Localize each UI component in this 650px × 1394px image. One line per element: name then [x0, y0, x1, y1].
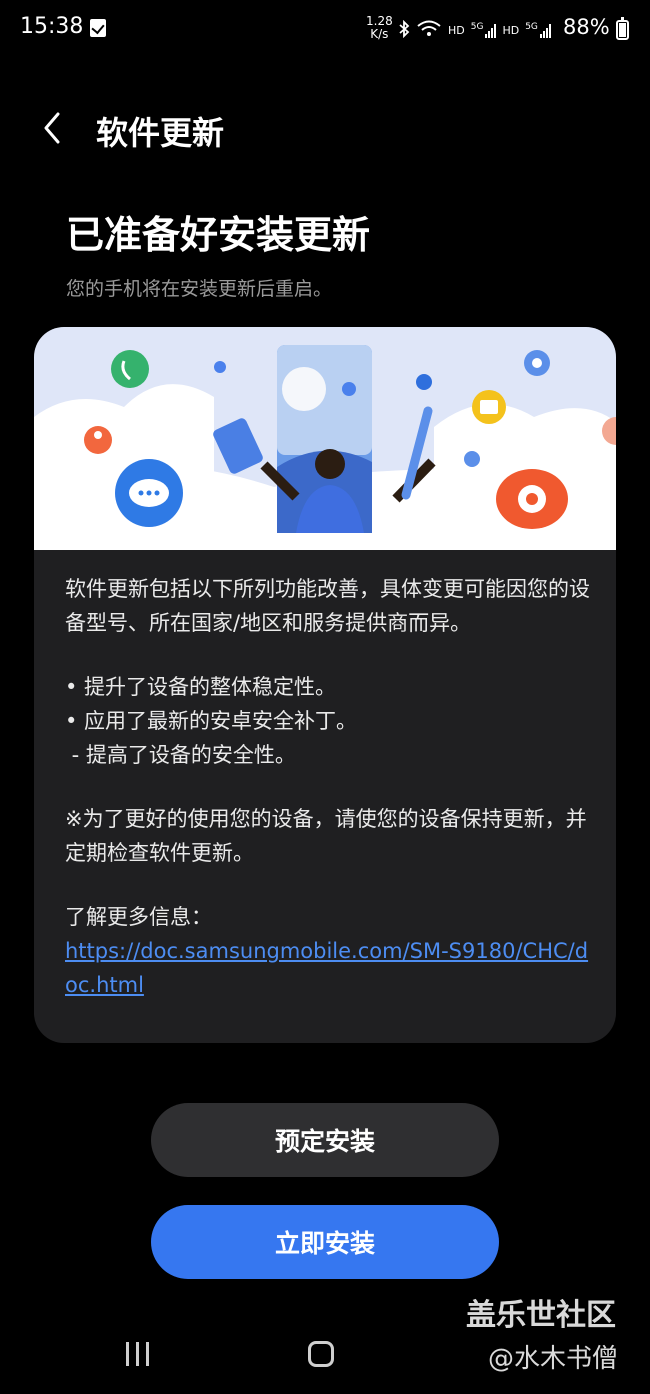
restart-subtitle: 您的手机将在安装更新后重启。 — [66, 278, 333, 300]
update-ready-headline: 已准备好安装更新 — [66, 213, 371, 257]
hd-label: HD — [448, 23, 465, 37]
signal-5g-icon: 5G — [471, 22, 497, 38]
update-note: ※为了更好的使用您的设备，请使您的设备保持更新，并定期检查软件更新。 — [65, 807, 587, 865]
network-speed: 1.28 K/s — [366, 15, 393, 41]
install-now-button[interactable]: 立即安装 — [151, 1205, 499, 1279]
bluetooth-icon — [398, 19, 410, 41]
update-bullet-security-patch: • 应用了最新的安卓安全补丁。 — [65, 709, 358, 733]
signal-5g-label-2: 5G — [525, 22, 538, 32]
recent-apps-icon-bar — [146, 1342, 149, 1366]
wifi-icon — [416, 20, 442, 41]
update-info-card: 软件更新包括以下所列功能改善，具体变更可能因您的设备型号、所在国家/地区和服务提… — [34, 327, 616, 1043]
home-button[interactable] — [308, 1341, 334, 1367]
battery-icon — [616, 17, 629, 40]
status-time: 15:38 — [20, 14, 84, 39]
hd-label-2: HD — [502, 23, 520, 37]
more-info-link[interactable]: https://doc.samsungmobile.com/SM-S9180/C… — [65, 939, 588, 997]
chevron-left-icon — [44, 112, 60, 144]
update-bullet-security: - 提高了设备的安全性。 — [65, 743, 296, 767]
network-speed-unit: K/s — [370, 27, 389, 41]
software-update-screen: 15:38 1.28 K/s HD 5G HD 5G 88% 软件更新 已准备好… — [0, 0, 650, 1394]
schedule-install-button[interactable]: 预定安装 — [151, 1103, 499, 1177]
watermark-community: 盖乐世社区 — [466, 1298, 616, 1333]
recent-apps-icon-bar — [126, 1342, 129, 1366]
update-illustration — [34, 327, 616, 550]
recent-apps-button[interactable] — [126, 1342, 154, 1366]
watermark-author: @水木书僧 — [488, 1344, 619, 1374]
signal-5g-icon-2: 5G — [525, 22, 551, 38]
back-button[interactable] — [36, 106, 76, 150]
update-details: 软件更新包括以下所列功能改善，具体变更可能因您的设备型号、所在国家/地区和服务提… — [65, 572, 595, 1002]
notification-check-icon — [90, 19, 106, 37]
recent-apps-icon-bar — [136, 1342, 139, 1366]
status-icons: HD 5G HD 5G — [398, 18, 551, 42]
page-title: 软件更新 — [96, 114, 225, 152]
update-intro: 软件更新包括以下所列功能改善，具体变更可能因您的设备型号、所在国家/地区和服务提… — [65, 577, 590, 635]
battery-percent: 88% — [563, 15, 610, 39]
status-bar: 15:38 1.28 K/s HD 5G HD 5G 88% — [0, 0, 650, 60]
more-info-label: 了解更多信息： — [65, 905, 212, 929]
signal-5g-label: 5G — [470, 22, 484, 32]
update-bullet-stability: • 提升了设备的整体稳定性。 — [65, 675, 337, 699]
